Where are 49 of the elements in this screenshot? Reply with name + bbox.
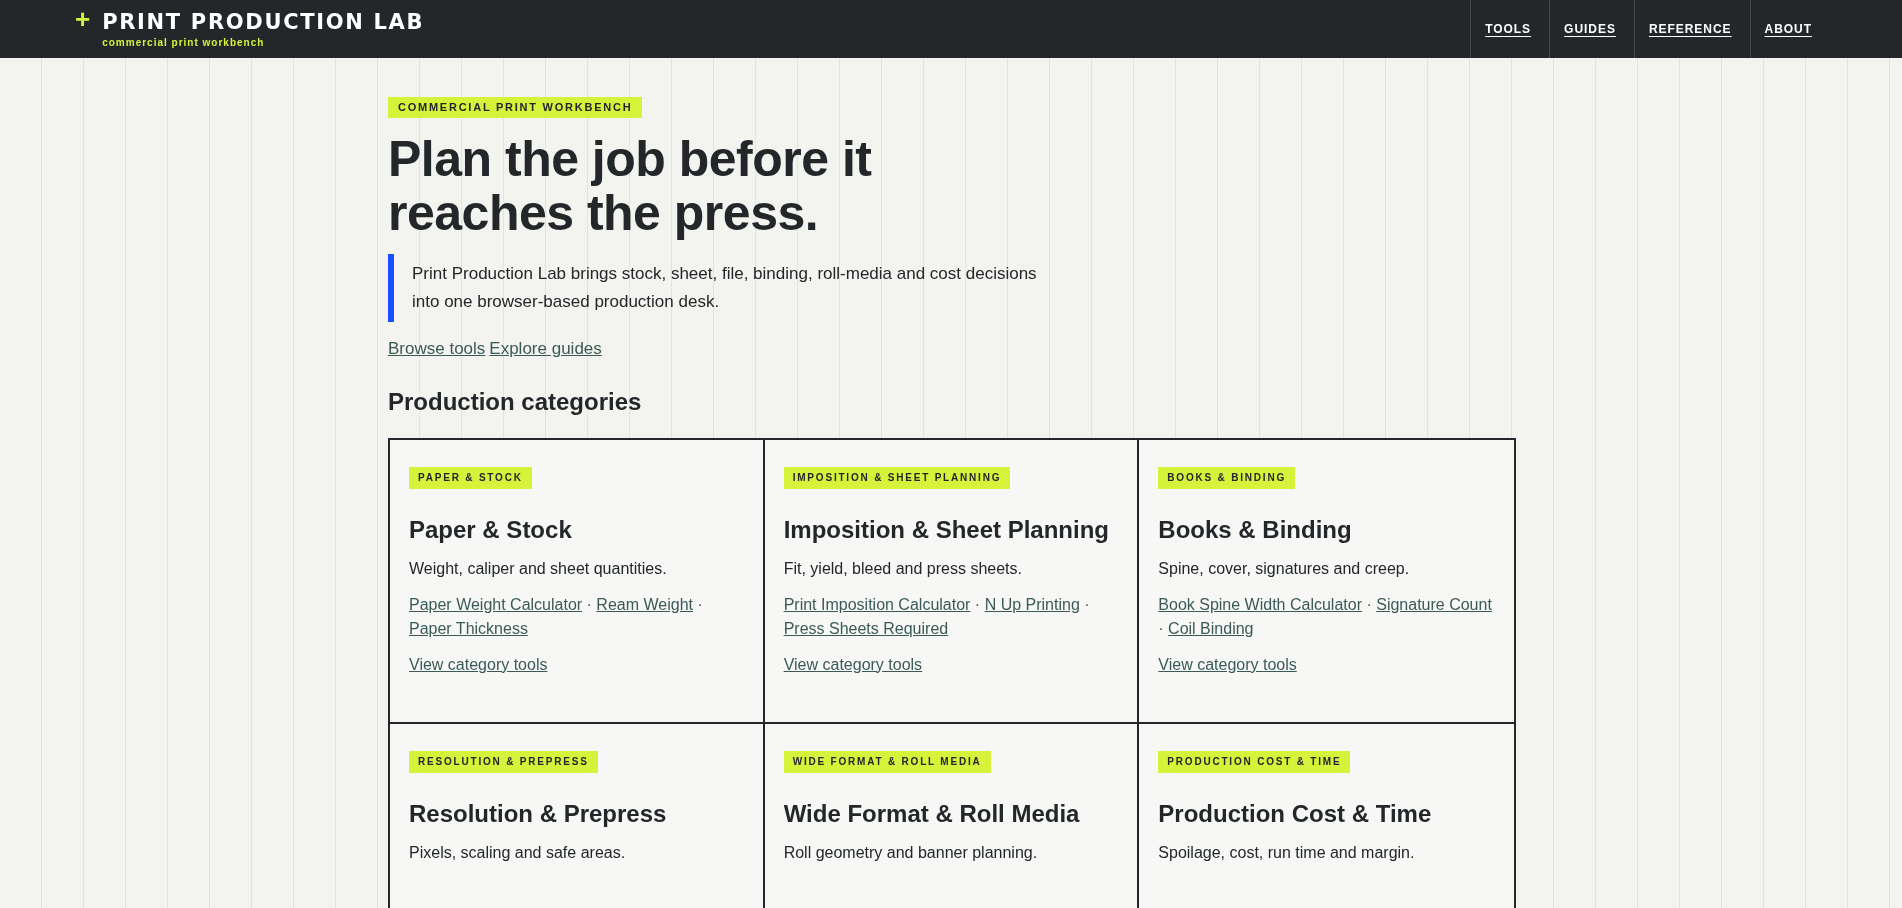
category-description: Roll geometry and banner planning. xyxy=(783,842,1039,863)
category-badge: BOOKS & BINDING xyxy=(1158,466,1295,489)
site-title[interactable]: PRINT PRODUCTION LAB xyxy=(102,10,425,34)
hero-badge: COMMERCIAL PRINT WORKBENCH xyxy=(388,97,643,118)
category-description: Spine, cover, signatures and creep. xyxy=(1158,558,1411,579)
tool-link[interactable]: Print Imposition Calculator xyxy=(783,595,971,613)
nav-link[interactable]: ABOUT xyxy=(1749,0,1830,58)
nav-link[interactable]: REFERENCE xyxy=(1633,0,1750,58)
category-title: Wide Format & Roll Media xyxy=(783,798,1081,829)
category-badge: IMPOSITION & SHEET PLANNING xyxy=(783,466,1011,489)
category-description: Weight, caliper and sheet quantities. xyxy=(409,558,668,579)
category-title: Resolution & Prepress xyxy=(409,798,668,829)
category-description: Spoilage, cost, run time and margin. xyxy=(1158,842,1416,863)
category-link[interactable]: View category tools xyxy=(409,652,548,677)
category-link[interactable]: View category tools xyxy=(783,652,923,677)
category-link[interactable]: View category tools xyxy=(1158,652,1297,677)
category-title: Imposition & Sheet Planning xyxy=(783,514,1110,545)
tool-link[interactable]: Book Spine Width Calculator xyxy=(1158,595,1362,613)
category-badge: WIDE FORMAT & ROLL MEDIA xyxy=(783,750,991,773)
section-heading: Production categories xyxy=(388,386,643,417)
category-title: Paper & Stock xyxy=(409,514,573,545)
category-description: Pixels, scaling and safe areas. xyxy=(409,842,627,863)
hero-heading: Plan the job before it reaches the press. xyxy=(388,132,873,240)
link-separator: · xyxy=(1158,619,1164,637)
link-separator: · xyxy=(586,595,592,613)
site-tagline: commercial print workbench xyxy=(102,36,266,50)
tool-link[interactable]: Ream Weight xyxy=(596,595,693,613)
hero-link[interactable]: Explore guides xyxy=(489,336,602,362)
category-badge: PRODUCTION COST & TIME xyxy=(1158,750,1351,773)
category-description: Fit, yield, bleed and press sheets. xyxy=(783,558,1023,579)
link-separator: · xyxy=(974,595,981,613)
category-title: Books & Binding xyxy=(1158,514,1353,545)
tool-link[interactable]: Paper Weight Calculator xyxy=(409,595,583,613)
nav-link[interactable]: GUIDES xyxy=(1549,0,1634,58)
link-separator: · xyxy=(697,595,703,613)
hero-link[interactable]: Browse tools xyxy=(388,336,486,362)
link-separator: · xyxy=(1366,595,1372,613)
nav-link[interactable]: TOOLS xyxy=(1470,0,1550,58)
category-title: Production Cost & Time xyxy=(1158,798,1433,829)
tool-link[interactable]: Press Sheets Required xyxy=(783,619,949,637)
plus-logo: + xyxy=(75,6,91,32)
link-separator: · xyxy=(1084,595,1090,613)
category-badge: RESOLUTION & PREPRESS xyxy=(409,750,598,773)
tool-link[interactable]: N Up Printing xyxy=(984,595,1080,613)
tool-link[interactable]: Signature Count xyxy=(1376,595,1492,613)
tool-link[interactable]: Coil Binding xyxy=(1168,619,1254,637)
hero-intro: Print Production Lab brings stock, sheet, file, binding, roll-media and cost decisions into one browser-based production desk. xyxy=(388,254,1068,322)
category-badge: PAPER & STOCK xyxy=(409,466,532,489)
tool-link[interactable]: Paper Thickness xyxy=(409,619,528,637)
